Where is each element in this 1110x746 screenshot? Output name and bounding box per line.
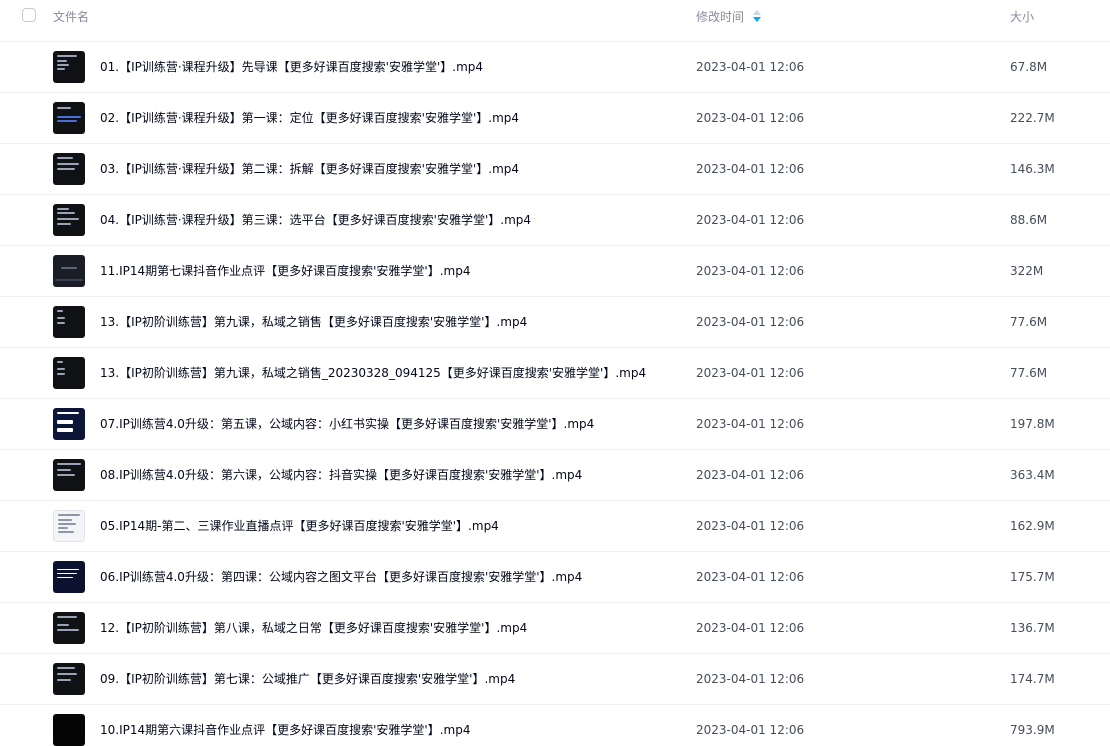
table-row[interactable]: 12.【IP初阶训练营】第八课，私域之日常【更多好课百度搜索'安雅学堂'】.mp…: [0, 603, 1110, 654]
file-name[interactable]: 03.【IP训练营·课程升级】第二课：拆解【更多好课百度搜索'安雅学堂'】.mp…: [100, 160, 519, 178]
file-size: 174.7M: [1010, 672, 1055, 686]
file-modified-time: 2023-04-01 12:06: [696, 366, 805, 380]
file-list-table: 文件名 修改时间 大小 01.【IP训练营·课程升级】先导课【更多好课百度搜索'…: [0, 0, 1110, 746]
file-size: 363.4M: [1010, 468, 1055, 482]
video-thumbnail-icon: [53, 255, 85, 287]
file-size: 222.7M: [1010, 111, 1055, 125]
table-row[interactable]: 04.【IP训练营·课程升级】第三课：选平台【更多好课百度搜索'安雅学堂'】.m…: [0, 195, 1110, 246]
file-size: 77.6M: [1010, 366, 1048, 380]
file-size: 322M: [1010, 264, 1044, 278]
file-size: 88.6M: [1010, 213, 1048, 227]
file-name[interactable]: 13.【IP初阶训练营】第九课，私域之销售【更多好课百度搜索'安雅学堂'】.mp…: [100, 313, 527, 331]
table-row[interactable]: 07.IP训练营4.0升级：第五课，公域内容：小红书实操【更多好课百度搜索'安雅…: [0, 399, 1110, 450]
file-modified-time: 2023-04-01 12:06: [696, 213, 805, 227]
file-name[interactable]: 06.IP训练营4.0升级：第四课：公域内容之图文平台【更多好课百度搜索'安雅学…: [100, 568, 582, 586]
file-name[interactable]: 10.IP14期第六课抖音作业点评【更多好课百度搜索'安雅学堂'】.mp4: [100, 721, 471, 739]
file-name[interactable]: 08.IP训练营4.0升级：第六课，公域内容：抖音实操【更多好课百度搜索'安雅学…: [100, 466, 582, 484]
video-thumbnail-icon: [53, 714, 85, 746]
video-thumbnail-icon: [53, 561, 85, 593]
table-row[interactable]: 08.IP训练营4.0升级：第六课，公域内容：抖音实操【更多好课百度搜索'安雅学…: [0, 450, 1110, 501]
file-modified-time: 2023-04-01 12:06: [696, 111, 805, 125]
table-row[interactable]: 10.IP14期第六课抖音作业点评【更多好课百度搜索'安雅学堂'】.mp4 20…: [0, 705, 1110, 746]
file-modified-time: 2023-04-01 12:06: [696, 621, 805, 635]
table-row[interactable]: 02.【IP训练营·课程升级】第一课：定位【更多好课百度搜索'安雅学堂'】.mp…: [0, 93, 1110, 144]
file-modified-time: 2023-04-01 12:06: [696, 315, 805, 329]
video-thumbnail-icon: [53, 510, 85, 542]
file-size: 793.9M: [1010, 723, 1055, 737]
video-thumbnail-icon: [53, 459, 85, 491]
video-thumbnail-icon: [53, 357, 85, 389]
file-name[interactable]: 07.IP训练营4.0升级：第五课，公域内容：小红书实操【更多好课百度搜索'安雅…: [100, 415, 594, 433]
table-row[interactable]: 06.IP训练营4.0升级：第四课：公域内容之图文平台【更多好课百度搜索'安雅学…: [0, 552, 1110, 603]
table-row[interactable]: 03.【IP训练营·课程升级】第二课：拆解【更多好课百度搜索'安雅学堂'】.mp…: [0, 144, 1110, 195]
file-name[interactable]: 11.IP14期第七课抖音作业点评【更多好课百度搜索'安雅学堂'】.mp4: [100, 262, 471, 280]
video-thumbnail-icon: [53, 204, 85, 236]
file-modified-time: 2023-04-01 12:06: [696, 672, 805, 686]
table-header: 文件名 修改时间 大小: [0, 0, 1110, 42]
video-thumbnail-icon: [53, 612, 85, 644]
file-modified-time: 2023-04-01 12:06: [696, 60, 805, 74]
table-row[interactable]: 05.IP14期-第二、三课作业直播点评【更多好课百度搜索'安雅学堂'】.mp4…: [0, 501, 1110, 552]
file-name[interactable]: 13.【IP初阶训练营】第九课，私域之销售_20230328_094125【更多…: [100, 364, 646, 382]
column-header-modified-time[interactable]: 修改时间: [696, 9, 744, 25]
file-rows: 01.【IP训练营·课程升级】先导课【更多好课百度搜索'安雅学堂'】.mp4 2…: [0, 42, 1110, 746]
file-name[interactable]: 05.IP14期-第二、三课作业直播点评【更多好课百度搜索'安雅学堂'】.mp4: [100, 517, 499, 535]
file-modified-time: 2023-04-01 12:06: [696, 417, 805, 431]
file-modified-time: 2023-04-01 12:06: [696, 264, 805, 278]
video-thumbnail-icon: [53, 663, 85, 695]
file-name[interactable]: 02.【IP训练营·课程升级】第一课：定位【更多好课百度搜索'安雅学堂'】.mp…: [100, 109, 519, 127]
video-thumbnail-icon: [53, 153, 85, 185]
file-modified-time: 2023-04-01 12:06: [696, 468, 805, 482]
sort-descending-icon[interactable]: [753, 10, 761, 24]
file-size: 197.8M: [1010, 417, 1055, 431]
file-name[interactable]: 12.【IP初阶训练营】第八课，私域之日常【更多好课百度搜索'安雅学堂'】.mp…: [100, 619, 527, 637]
video-thumbnail-icon: [53, 51, 85, 83]
file-size: 146.3M: [1010, 162, 1055, 176]
file-size: 67.8M: [1010, 60, 1048, 74]
column-header-filename[interactable]: 文件名: [53, 9, 89, 25]
file-size: 162.9M: [1010, 519, 1055, 533]
table-row[interactable]: 13.【IP初阶训练营】第九课，私域之销售_20230328_094125【更多…: [0, 348, 1110, 399]
file-name[interactable]: 09.【IP初阶训练营】第七课：公域推广【更多好课百度搜索'安雅学堂'】.mp4: [100, 670, 515, 688]
file-size: 77.6M: [1010, 315, 1048, 329]
file-modified-time: 2023-04-01 12:06: [696, 570, 805, 584]
file-modified-time: 2023-04-01 12:06: [696, 723, 805, 737]
table-row[interactable]: 01.【IP训练营·课程升级】先导课【更多好课百度搜索'安雅学堂'】.mp4 2…: [0, 42, 1110, 93]
video-thumbnail-icon: [53, 102, 85, 134]
column-header-size[interactable]: 大小: [1010, 9, 1034, 25]
table-row[interactable]: 13.【IP初阶训练营】第九课，私域之销售【更多好课百度搜索'安雅学堂'】.mp…: [0, 297, 1110, 348]
file-size: 136.7M: [1010, 621, 1055, 635]
file-name[interactable]: 04.【IP训练营·课程升级】第三课：选平台【更多好课百度搜索'安雅学堂'】.m…: [100, 211, 531, 229]
file-name[interactable]: 01.【IP训练营·课程升级】先导课【更多好课百度搜索'安雅学堂'】.mp4: [100, 58, 483, 76]
file-modified-time: 2023-04-01 12:06: [696, 162, 805, 176]
file-modified-time: 2023-04-01 12:06: [696, 519, 805, 533]
table-row[interactable]: 11.IP14期第七课抖音作业点评【更多好课百度搜索'安雅学堂'】.mp4 20…: [0, 246, 1110, 297]
table-row[interactable]: 09.【IP初阶训练营】第七课：公域推广【更多好课百度搜索'安雅学堂'】.mp4…: [0, 654, 1110, 705]
video-thumbnail-icon: [53, 408, 85, 440]
video-thumbnail-icon: [53, 306, 85, 338]
select-all-checkbox[interactable]: [22, 8, 36, 22]
file-size: 175.7M: [1010, 570, 1055, 584]
